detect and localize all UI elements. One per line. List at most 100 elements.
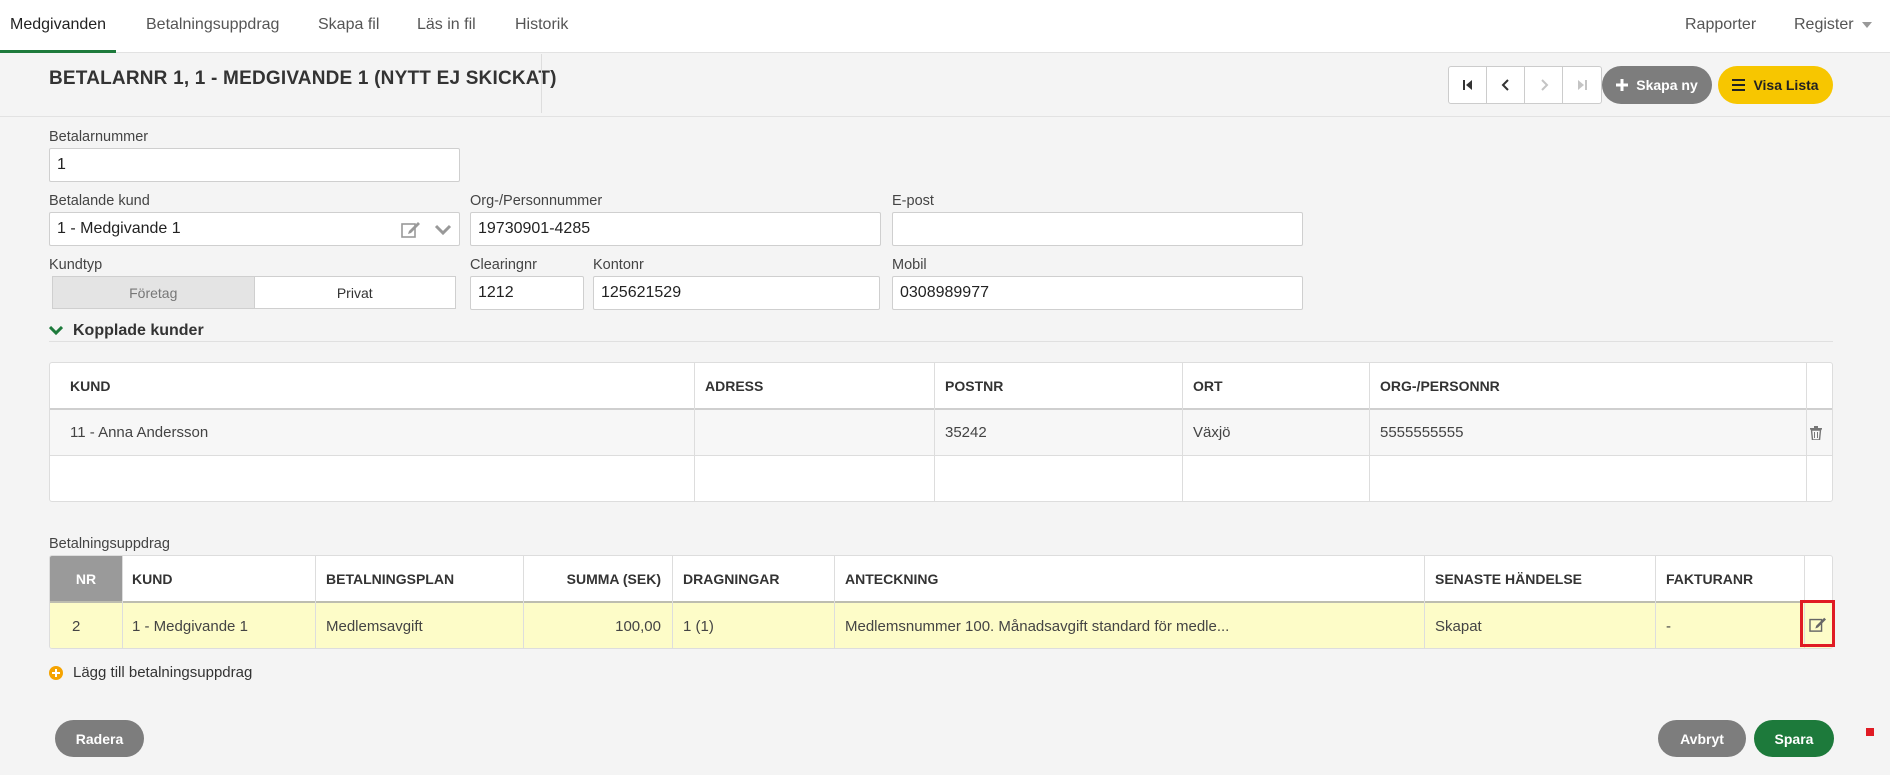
dropdown-toggle[interactable] [433,222,453,238]
column-header-dragningar: DRAGNINGAR [683,570,780,587]
column-divider [1655,556,1656,648]
cancel-button[interactable]: Avbryt [1658,720,1746,757]
tab-betalningsuppdrag[interactable]: Betalningsuppdrag [136,0,289,53]
add-betalningsuppdrag-link[interactable]: Lägg till betalningsuppdrag [49,664,252,681]
column-divider [672,556,673,648]
column-header-senaste-handelse: SENASTE HÄNDELSE [1435,570,1583,587]
nav-rapporter[interactable]: Rapporter [1685,0,1756,53]
create-new-button[interactable]: Skapa ny [1602,66,1712,104]
delete-button[interactable]: Radera [55,720,144,757]
tab-medgivanden[interactable]: Medgivanden [0,0,117,53]
edit-row-button[interactable] [1800,600,1835,647]
betalande-kund-label: Betalande kund [49,193,150,209]
betalningsuppdrag-label: Betalningsuppdrag [49,536,170,552]
column-divider [1369,363,1370,501]
column-header-fakturanr: FAKTURANR [1666,570,1754,587]
trash-icon [1810,426,1822,440]
column-header-nr: NR [75,570,97,587]
tab-las-in-fil[interactable]: Läs in fil [407,0,486,53]
kundtyp-privat[interactable]: Privat [255,277,456,308]
kundtyp-foretag[interactable]: Företag [53,277,255,308]
konto-field[interactable]: 125621529 [593,276,880,310]
red-marker [1866,728,1874,736]
cell-betalningsplan: Medlemsavgift [326,618,423,635]
cell-kund: 1 - Medgivande 1 [132,618,248,635]
orgnr-label: Org-/Personnummer [470,193,603,209]
first-record-button[interactable] [1449,67,1487,103]
top-navigation: Medgivanden Betalningsuppdrag Skapa fil … [0,0,1890,53]
chevron-right-icon [1540,79,1548,91]
cell-adress [695,410,895,455]
previous-record-button[interactable] [1487,67,1525,103]
mobil-label: Mobil [892,257,927,273]
nav-register[interactable]: Register [1794,0,1872,53]
next-record-button[interactable] [1525,67,1563,103]
column-header-betalningsplan: BETALNINGSPLAN [326,570,455,587]
cell-anteckning: Medlemsnummer 100. Månadsavgift standard… [845,618,1230,635]
header-divider [541,54,542,113]
epost-field[interactable] [892,212,1303,246]
page-title: BETALARNR 1, 1 - MEDGIVANDE 1 (NYTT EJ S… [49,68,557,89]
last-record-button[interactable] [1563,67,1601,103]
chevron-down-icon [49,326,63,336]
table-row[interactable]: 2 1 - Medgivande 1 Medlemsavgift 100,00 … [50,603,1832,648]
plus-circle-icon [49,665,63,680]
betalande-kund-value: 1 - Medgivande 1 [57,220,181,237]
section-divider [49,341,1833,342]
kopplade-kunder-table: KUND ADRESS POSTNR ORT ORG-/PERSONNR 11 … [49,362,1833,502]
last-icon [1578,80,1587,90]
cell-dragningar: 1 (1) [683,618,714,635]
list-icon [1732,79,1746,91]
save-button[interactable]: Spara [1754,720,1834,757]
column-header-ort: ORT [1193,377,1223,394]
record-navigation [1448,66,1602,104]
column-divider [934,363,935,501]
column-header-kund: KUND [132,570,173,587]
tab-historik[interactable]: Historik [505,0,578,53]
edit-customer-button[interactable] [400,219,422,239]
plus-icon [1616,79,1629,91]
caret-down-icon [1861,21,1872,28]
mobil-field[interactable]: 0308989977 [892,276,1303,310]
clearing-label: Clearingnr [470,257,537,273]
row-separator [50,455,1832,456]
add-betalningsuppdrag-label: Lägg till betalningsuppdrag [73,664,253,681]
edit-icon [1808,617,1826,632]
betalningsuppdrag-table: NR KUND BETALNINGSPLAN SUMMA (SEK) DRAGN… [49,555,1833,649]
edit-icon [401,222,420,238]
column-divider [122,556,123,648]
cell-postnr: 35242 [945,424,987,441]
betalarnummer-field[interactable]: 1 [49,148,460,182]
column-header-postnr: POSTNR [945,377,1004,394]
column-divider [834,556,835,648]
clearing-field[interactable]: 1212 [470,276,584,310]
cell-kund: 11 - Anna Andersson [70,424,209,441]
kopplade-kunder-title: Kopplade kunder [73,322,204,339]
show-list-label: Visa Lista [1753,77,1819,93]
column-divider [694,363,695,501]
konto-label: Kontonr [593,257,644,273]
kundtyp-toggle: Företag Privat [52,276,456,309]
column-divider [1806,363,1807,501]
cell-nr: 2 [72,618,81,635]
kopplade-kunder-header[interactable]: Kopplade kunder [49,322,204,340]
column-header-adress: ADRESS [705,377,764,394]
table-row[interactable]: 11 - Anna Andersson 35242 Växjö 55555555… [50,410,1832,455]
kundtyp-label: Kundtyp [49,257,103,273]
nav-register-label: Register [1794,16,1854,33]
column-header-summa: SUMMA (SEK) [566,570,661,587]
tab-skapa-fil[interactable]: Skapa fil [308,0,389,53]
chevron-left-icon [1501,79,1509,91]
create-new-label: Skapa ny [1636,77,1698,93]
column-divider [315,556,316,648]
column-divider [523,556,524,648]
column-divider [1424,556,1425,648]
delete-row-button[interactable] [1808,424,1824,442]
cell-senaste-handelse: Skapat [1435,618,1482,635]
cell-fakturanr: - [1666,618,1671,635]
epost-label: E-post [892,193,934,209]
betalande-kund-select[interactable]: 1 - Medgivande 1 [49,212,460,246]
cell-orgnr: 5555555555 [1380,424,1464,441]
orgnr-field[interactable]: 19730901-4285 [470,212,881,246]
show-list-button[interactable]: Visa Lista [1718,66,1833,104]
